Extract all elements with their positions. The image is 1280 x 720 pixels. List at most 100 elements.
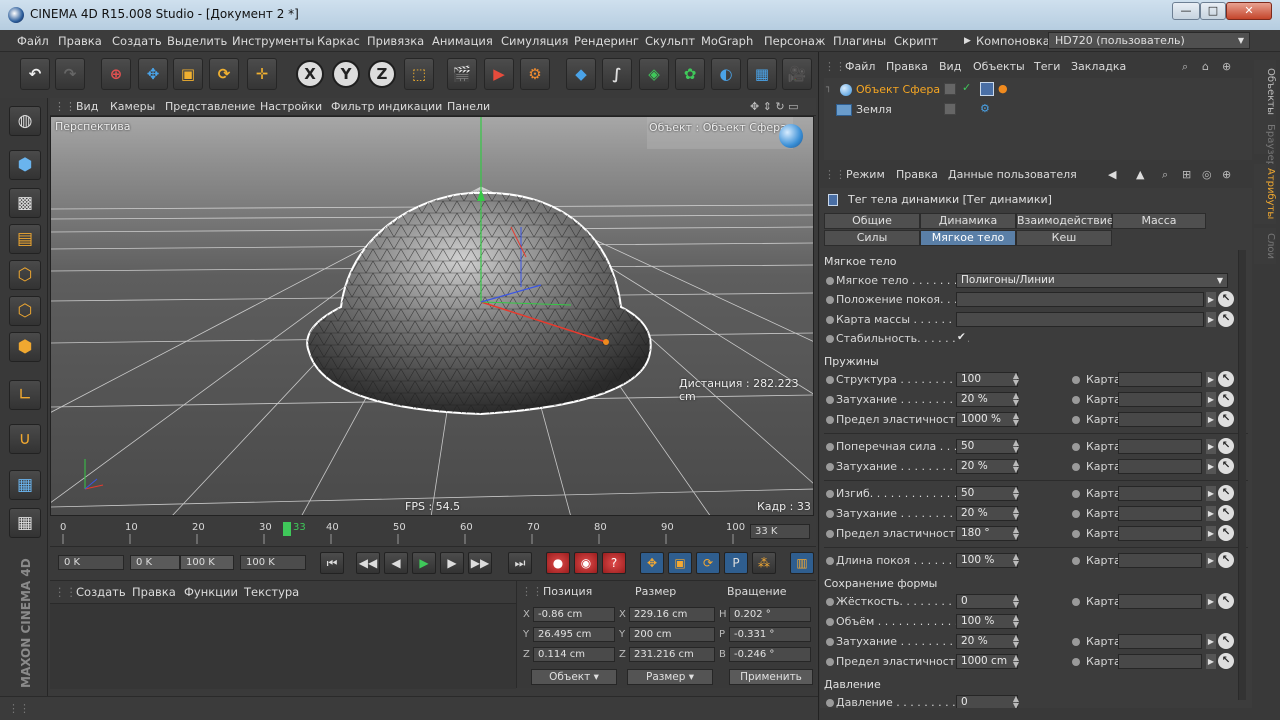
enabled-check-icon[interactable]: ✓ <box>962 81 971 94</box>
side-tab-browser[interactable]: Браузер <box>1254 124 1276 167</box>
softbody-mode-select[interactable]: Полигоны/Линии ▼ <box>956 273 1228 288</box>
object-menu-bookmarks[interactable]: Закладка <box>1071 60 1126 73</box>
spin-arrows-icon[interactable]: ▲ ▼ <box>1012 695 1020 709</box>
spin-arrows-icon[interactable]: ▲ ▼ <box>1012 486 1020 501</box>
map-link-field[interactable] <box>1118 654 1202 669</box>
visibility-toggle[interactable] <box>944 103 956 115</box>
anim-dot[interactable] <box>826 557 834 565</box>
rotation-b-field[interactable]: -0.246 ° <box>729 647 811 662</box>
link-arrow-icon[interactable]: ▶ <box>1206 486 1216 501</box>
anim-dot[interactable] <box>1072 376 1080 384</box>
back-arrow-icon[interactable]: ◀ <box>1108 168 1116 181</box>
spin-arrows-icon[interactable]: ▲ ▼ <box>1012 412 1020 427</box>
position-y-field[interactable]: 26.495 cm <box>533 627 615 642</box>
shear-damping-field[interactable]: 20 % <box>956 459 1018 474</box>
dynamics-tag-icon[interactable] <box>980 82 994 96</box>
spin-arrows-icon[interactable]: ▲ ▼ <box>1012 392 1020 407</box>
floor-scene-icon[interactable]: ▦ <box>747 58 777 90</box>
shear-field[interactable]: 50 <box>956 439 1018 454</box>
map-link-field[interactable] <box>1118 439 1202 454</box>
link-clear-icon[interactable]: ↖ <box>1218 391 1234 407</box>
end-frame-field[interactable]: 100 K <box>240 555 306 570</box>
attributes-menu-edit[interactable]: Правка <box>896 168 938 181</box>
anim-dot[interactable] <box>1072 416 1080 424</box>
record-scale-icon[interactable]: ▣ <box>668 552 692 574</box>
menu-simulation[interactable]: Симуляция <box>501 34 568 48</box>
link-clear-icon[interactable]: ↖ <box>1218 311 1234 327</box>
tab-softbody[interactable]: Мягкое тело <box>920 230 1016 246</box>
spin-arrows-icon[interactable]: ▲ ▼ <box>1012 372 1020 387</box>
tab-dynamics[interactable]: Динамика <box>920 213 1016 229</box>
attributes-menu-mode[interactable]: Режим <box>846 168 885 181</box>
material-list-area[interactable] <box>50 603 516 689</box>
layout-select[interactable]: HD720 (пользователь) ▼ <box>1048 32 1250 49</box>
magnet-snap-icon[interactable]: ∪ <box>9 424 41 454</box>
anim-dot[interactable] <box>826 463 834 471</box>
collider-tag-icon[interactable]: ⚙ <box>980 102 990 115</box>
spin-arrows-icon[interactable]: ▲ ▼ <box>1012 553 1020 568</box>
menu-tools[interactable]: Инструменты <box>232 34 314 48</box>
link-clear-icon[interactable]: ↖ <box>1218 525 1234 541</box>
record-position-icon[interactable]: ✥ <box>640 552 664 574</box>
anim-dot[interactable] <box>826 618 834 626</box>
menu-sculpt[interactable]: Скульпт <box>645 34 695 48</box>
link-arrow-icon[interactable]: ▶ <box>1206 594 1216 609</box>
anim-dot[interactable] <box>826 598 834 606</box>
tab-mass[interactable]: Масса <box>1112 213 1206 229</box>
link-arrow-icon[interactable]: ▶ <box>1206 312 1216 327</box>
link-clear-icon[interactable]: ↖ <box>1218 653 1234 669</box>
attributes-scrollbar[interactable] <box>1238 250 1246 700</box>
object-row-ground[interactable]: Земля ⚙ <box>824 100 1252 120</box>
position-x-field[interactable]: -0.86 cm <box>533 607 615 622</box>
viewport-menu-options[interactable]: Настройки <box>260 100 322 113</box>
subdivision-surface-icon[interactable]: ◈ <box>639 58 669 90</box>
menu-animation[interactable]: Анимация <box>432 34 493 48</box>
axis-mode-icon[interactable]: ∟ <box>9 380 41 410</box>
anim-dot[interactable] <box>1072 490 1080 498</box>
tab-forces[interactable]: Силы <box>824 230 920 246</box>
viewport-menu-view[interactable]: Вид <box>76 100 98 113</box>
map-link-field[interactable] <box>1118 372 1202 387</box>
start-frame-field[interactable]: 0 K <box>58 555 124 570</box>
anim-dot[interactable] <box>826 316 834 324</box>
map-link-field[interactable] <box>1118 594 1202 609</box>
link-arrow-icon[interactable]: ▶ <box>1206 459 1216 474</box>
live-selection-icon[interactable]: ⊕ <box>101 58 131 90</box>
menu-mesh[interactable]: Каркас <box>317 34 360 48</box>
object-search-icon[interactable]: ⌕ <box>1182 60 1188 74</box>
tab-collision[interactable]: Взаимодействие <box>1016 213 1114 229</box>
link-clear-icon[interactable]: ↖ <box>1218 458 1234 474</box>
record-rotation-icon[interactable]: ⟳ <box>696 552 720 574</box>
record-point-level-icon[interactable]: ⁂ <box>752 552 776 574</box>
object-menu-tags[interactable]: Теги <box>1034 60 1060 73</box>
size-mode-select[interactable]: Размер ▾ <box>627 669 713 685</box>
move-tool-icon[interactable]: ✥ <box>138 58 168 90</box>
rotate-tool-icon[interactable]: ⟳ <box>209 58 239 90</box>
scale-tool-icon[interactable]: ▣ <box>173 58 203 90</box>
rest-length-field[interactable]: 100 % <box>956 553 1018 568</box>
anim-dot[interactable] <box>826 638 834 646</box>
viewport-menu-cameras[interactable]: Камеры <box>110 100 155 113</box>
structure-field[interactable]: 100 <box>956 372 1018 387</box>
side-tab-objects[interactable]: Объекты <box>1254 60 1276 124</box>
map-link-field[interactable] <box>1118 412 1202 427</box>
viewport-nav-icons[interactable]: ✥ ⇕ ↻ ▭ <box>750 100 799 113</box>
range-start-field[interactable]: 0 K <box>130 555 180 570</box>
anim-dot[interactable] <box>1072 658 1080 666</box>
grid-workplane-icon[interactable]: ▦ <box>9 508 41 538</box>
link-arrow-icon[interactable]: ▶ <box>1206 553 1216 568</box>
menu-select[interactable]: Выделить <box>167 34 227 48</box>
link-arrow-icon[interactable]: ▶ <box>1206 292 1216 307</box>
object-lock-icon[interactable]: ⊕ <box>1222 60 1231 73</box>
close-button[interactable]: ✕ <box>1226 2 1272 20</box>
go-to-start-icon[interactable]: ⏮ <box>320 552 344 574</box>
link-clear-icon[interactable]: ↖ <box>1218 593 1234 609</box>
size-z-field[interactable]: 231.216 cm <box>629 647 715 662</box>
anim-dot[interactable] <box>826 376 834 384</box>
material-menu-texture[interactable]: Текстура <box>244 585 299 599</box>
model-mode-icon[interactable]: ⬢ <box>9 150 41 180</box>
cloner-icon[interactable]: ✿ <box>675 58 705 90</box>
previous-key-icon[interactable]: ◀◀ <box>356 552 380 574</box>
anim-dot[interactable] <box>1072 396 1080 404</box>
flexion-field[interactable]: 50 <box>956 486 1018 501</box>
